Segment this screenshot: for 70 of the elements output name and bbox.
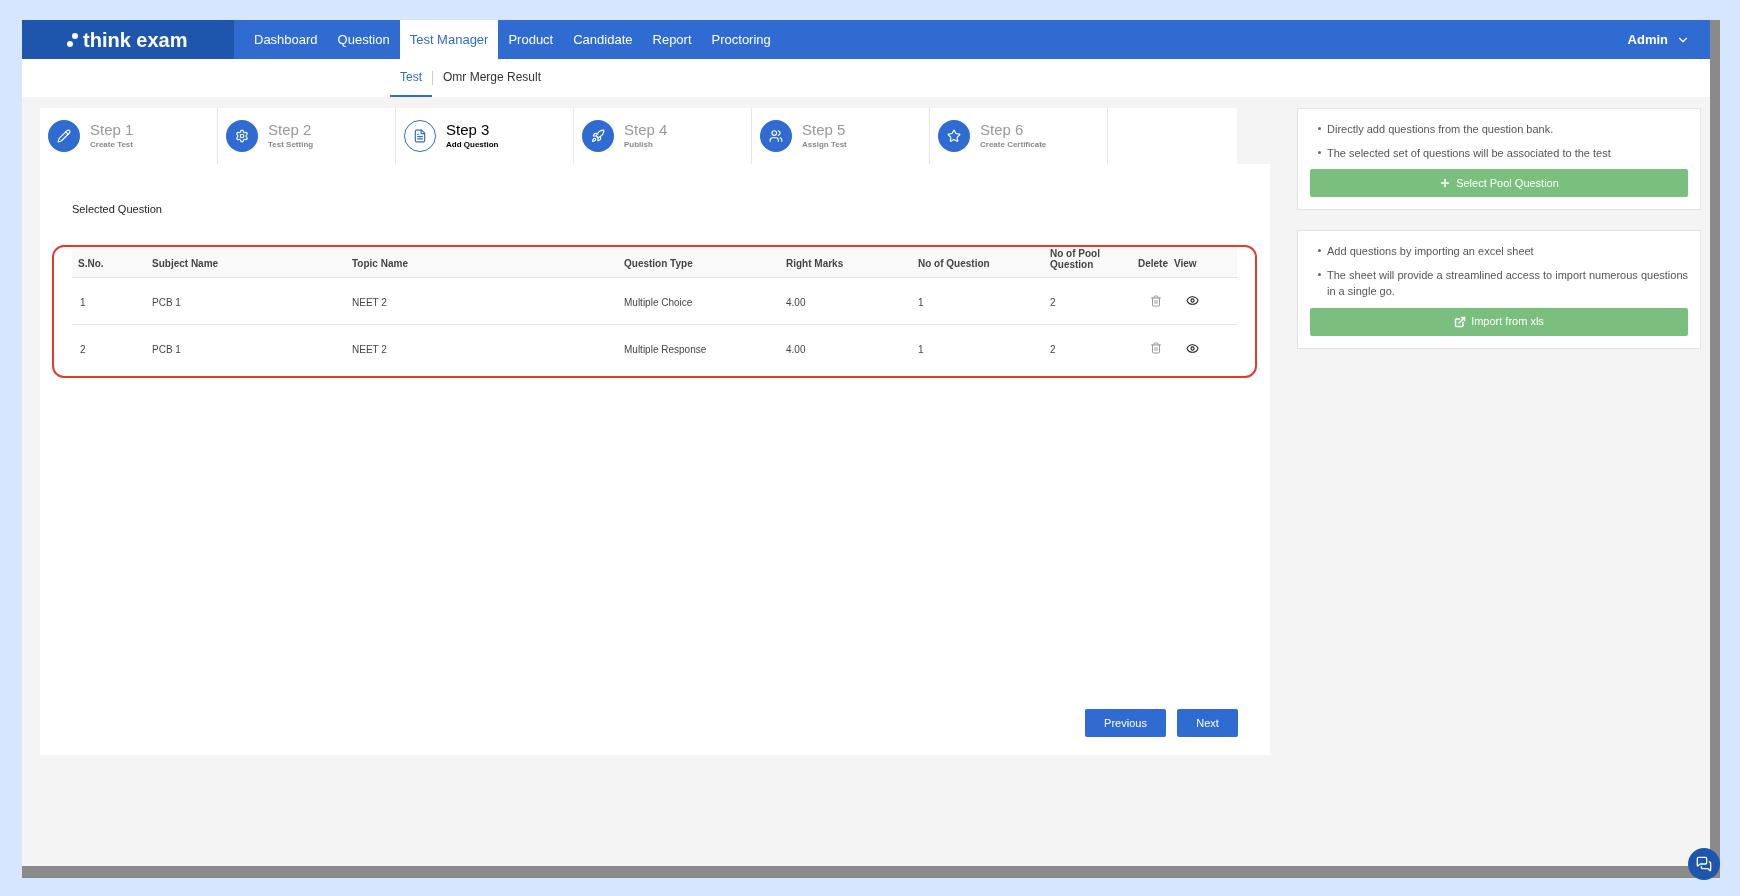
column-header: View bbox=[1174, 257, 1197, 269]
column-header: Topic Name bbox=[352, 257, 408, 269]
column-header: Subject Name bbox=[152, 257, 219, 269]
table-cell: Multiple Choice bbox=[624, 296, 693, 308]
export-icon bbox=[1454, 315, 1467, 328]
nav-tab[interactable]: Product bbox=[498, 20, 564, 59]
column-header: Delete bbox=[1138, 257, 1168, 269]
nav-tab[interactable]: Candidate bbox=[563, 20, 643, 59]
table-cell: 2 bbox=[1050, 344, 1056, 355]
step-subtitle: Assign Test bbox=[802, 139, 847, 151]
step-title: Step 1 bbox=[90, 121, 134, 139]
step-title: Step 6 bbox=[980, 121, 1025, 139]
step-icon bbox=[404, 120, 436, 152]
bullet-icon bbox=[1318, 272, 1321, 276]
chat-icon bbox=[1696, 856, 1712, 872]
step-icon bbox=[938, 120, 970, 152]
info-text: The selected set of questions will be associated to the test bbox=[1327, 145, 1611, 161]
step-icon bbox=[582, 120, 614, 152]
logo[interactable]: think exam bbox=[22, 20, 234, 59]
step-subtitle: Create Test bbox=[90, 139, 134, 151]
info-text: Directly add questions from the question bank. bbox=[1327, 122, 1554, 137]
step-title: Step 2 bbox=[268, 121, 313, 139]
table-cell: 1 bbox=[918, 296, 924, 308]
bullet-icon bbox=[1318, 127, 1321, 130]
step-title: Step 4 bbox=[624, 121, 668, 139]
table-cell: NEET 2 bbox=[352, 296, 387, 308]
step-subtitle: Add Question bbox=[446, 139, 499, 151]
step-icon bbox=[226, 120, 258, 152]
logo-dots-icon bbox=[67, 31, 79, 48]
table-cell: 4.00 bbox=[786, 344, 806, 355]
sub-tab[interactable]: Omr Merge Result bbox=[433, 59, 552, 97]
nav-button[interactable]: Previous bbox=[1085, 709, 1166, 737]
plus-icon bbox=[1439, 177, 1452, 189]
step-subtitle: Test Setting bbox=[268, 139, 314, 151]
info-text: The sheet will provide a streamlined access to import numerous questions in a single go. bbox=[1327, 267, 1688, 299]
step-icon bbox=[760, 120, 792, 152]
column-header: No of Pool Question bbox=[1050, 248, 1101, 270]
section-title: Selected Question bbox=[72, 202, 163, 217]
delete-icon[interactable] bbox=[1150, 294, 1162, 307]
step-title: Step 5 bbox=[802, 121, 847, 139]
column-header: No of Question bbox=[918, 257, 990, 269]
nav-tab[interactable]: Report bbox=[642, 20, 702, 59]
eye-icon[interactable] bbox=[1185, 294, 1199, 307]
table-cell: Multiple Response bbox=[624, 344, 707, 355]
eye-icon[interactable] bbox=[1185, 341, 1199, 355]
info-text: Add questions by importing an excel sheet bbox=[1327, 244, 1534, 259]
step-icon bbox=[48, 120, 80, 152]
nav-tab[interactable]: Proctoring bbox=[701, 20, 781, 59]
table-cell: 4.00 bbox=[786, 296, 806, 308]
step-subtitle: Publish bbox=[624, 139, 654, 151]
delete-icon[interactable] bbox=[1150, 342, 1162, 354]
nav-button[interactable]: Next bbox=[1177, 709, 1238, 737]
bullet-icon bbox=[1318, 150, 1321, 154]
table-cell: 1 bbox=[80, 296, 86, 308]
step-title: Step 3 bbox=[446, 121, 491, 139]
column-header: Question Type bbox=[624, 257, 693, 269]
table-cell: NEET 2 bbox=[352, 344, 387, 355]
table-cell: 2 bbox=[1050, 296, 1056, 308]
nav-tab[interactable]: Test Manager bbox=[399, 20, 499, 59]
nav-tab[interactable]: Dashboard bbox=[244, 20, 328, 59]
table-cell: PCB 1 bbox=[152, 296, 181, 308]
table-cell: 1 bbox=[918, 344, 924, 355]
column-header: Right Marks bbox=[786, 257, 844, 269]
table-cell: 2 bbox=[80, 344, 86, 355]
column-header: S.No. bbox=[78, 257, 104, 269]
nav-tab[interactable]: Question bbox=[327, 20, 400, 59]
user-menu[interactable]: Admin bbox=[1627, 20, 1710, 59]
bullet-icon bbox=[1318, 249, 1321, 252]
table-cell: PCB 1 bbox=[152, 344, 181, 355]
step-subtitle: Create Certificate bbox=[980, 139, 1047, 151]
